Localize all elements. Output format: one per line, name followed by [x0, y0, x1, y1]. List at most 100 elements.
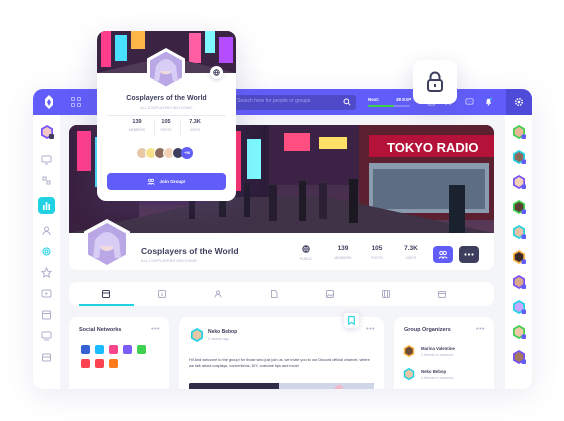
visits-count: 7.3K [404, 245, 418, 252]
friend-avatar[interactable] [511, 349, 527, 365]
stage: Search here for people or groups Next: 3… [0, 0, 564, 421]
tab-posts[interactable] [247, 282, 302, 306]
settings-button[interactable] [506, 89, 532, 115]
exp-progress-fill [368, 105, 395, 107]
next-level-exp: 38 EXP [396, 97, 412, 102]
friend-avatar[interactable] [511, 274, 527, 290]
friend-avatar[interactable] [511, 249, 527, 265]
popup-group-name[interactable]: Cosplayers of the World [97, 95, 236, 102]
notifications-icon[interactable] [484, 97, 493, 106]
tab-videos[interactable] [359, 282, 414, 306]
marketplace-icon[interactable] [41, 351, 52, 362]
bookmark-button[interactable] [344, 313, 359, 328]
card-options-icon[interactable]: ••• [476, 326, 485, 333]
tab-info[interactable] [135, 282, 190, 306]
organizer-avatar[interactable] [402, 344, 416, 358]
organizer-name[interactable]: Marina Valentine [421, 346, 455, 351]
more-options-button[interactable] [459, 246, 479, 263]
group-preview-popup: Cosplayers of the World ALL COSPLAYERS W… [97, 31, 236, 201]
search-icon[interactable] [343, 98, 351, 106]
globe-icon [213, 69, 220, 76]
friend-avatar[interactable] [511, 324, 527, 340]
join-group-button[interactable] [433, 246, 453, 263]
gear-icon [515, 98, 523, 106]
instagram-icon[interactable] [109, 345, 118, 354]
popup-join-label: Join Group! [159, 179, 186, 184]
friend-avatar[interactable] [511, 224, 527, 240]
popup-privacy-badge [210, 66, 223, 79]
tab-events[interactable] [415, 282, 470, 306]
privacy-stat: PUBLIC [291, 245, 321, 261]
messages-icon[interactable] [465, 97, 474, 106]
google-icon[interactable] [137, 345, 146, 354]
bookmark-icon [348, 316, 355, 325]
social-networks-card: Social Networks ••• [69, 317, 169, 389]
youtube-icon[interactable] [81, 359, 90, 368]
post-author-avatar[interactable] [189, 327, 205, 343]
more-dots-icon [464, 253, 474, 256]
visits-stat: 7.3K VISITS [396, 245, 426, 260]
group-name: Cosplayers of the World [141, 246, 239, 256]
group-tabs [69, 282, 494, 306]
discord-icon[interactable] [109, 359, 118, 368]
popup-group-tagline: ALL COSPLAYERS WELCOME! [140, 106, 193, 110]
post-card: Neko Bebop 2 weeks ago ••• Hi! And welco… [179, 313, 384, 389]
posts-stat: 105 POSTS [362, 245, 392, 260]
post-image[interactable] [189, 383, 374, 389]
join-group-icon [148, 178, 155, 186]
card-options-icon[interactable]: ••• [151, 326, 160, 333]
friend-avatar[interactable] [511, 174, 527, 190]
more-members-badge[interactable]: +98 [181, 147, 193, 159]
friend-avatar[interactable] [511, 124, 527, 140]
popup-join-group-button[interactable]: Join Group! [107, 173, 226, 190]
search-input[interactable]: Search here for people or groups [231, 95, 356, 110]
popup-group-avatar [147, 48, 185, 90]
social-networks-title: Social Networks [79, 327, 122, 333]
quests-icon[interactable] [41, 267, 52, 278]
popup-visits-count: 7.3K [189, 119, 201, 125]
tab-timeline[interactable] [79, 282, 134, 306]
logo-icon[interactable] [41, 94, 57, 110]
twitch-icon[interactable] [123, 345, 132, 354]
privacy-label: PUBLIC [299, 257, 313, 261]
popup-visits-stat: 7.3K VISITS [178, 119, 212, 132]
group-organizers-title: Group Organizers [404, 327, 451, 333]
grid-menu-icon[interactable] [71, 97, 81, 107]
streams-icon[interactable] [41, 288, 52, 299]
groups-icon[interactable] [41, 225, 52, 236]
group-tagline: ALL COSPLAYERS WELCOME! [141, 259, 198, 263]
members-label: MEMBERS [334, 256, 352, 260]
lock-badge [413, 60, 457, 104]
timeline-icon [102, 290, 110, 298]
tab-members[interactable] [191, 282, 246, 306]
organizer-name[interactable]: Neko Bebop [421, 369, 446, 374]
post-author-name[interactable]: Neko Bebop [208, 329, 237, 335]
members-icon [214, 290, 222, 298]
organizer-avatar[interactable] [402, 367, 416, 381]
tab-photos[interactable] [303, 282, 358, 306]
facebook-icon[interactable] [81, 345, 90, 354]
popup-divider [107, 115, 226, 116]
post-timestamp: 2 weeks ago [208, 337, 230, 341]
friend-avatar[interactable] [511, 149, 527, 165]
post-options-icon[interactable]: ••• [366, 326, 375, 333]
patreon-icon[interactable] [95, 359, 104, 368]
posts-count: 105 [371, 245, 383, 252]
stats-icon[interactable] [41, 200, 52, 211]
overview-icon[interactable] [41, 175, 52, 186]
friend-avatar[interactable] [511, 199, 527, 215]
events-icon[interactable] [41, 309, 52, 320]
user-avatar[interactable] [39, 124, 55, 140]
newsfeed-icon[interactable] [41, 154, 52, 165]
forums-icon[interactable] [41, 330, 52, 341]
exp-progress-bar [368, 105, 410, 107]
search-placeholder: Search here for people or groups [237, 98, 311, 104]
members-stat: 139 MEMBERS [328, 245, 358, 260]
badges-icon[interactable] [41, 246, 52, 257]
lock-icon [427, 71, 443, 92]
friend-avatar[interactable] [511, 299, 527, 315]
twitter-icon[interactable] [95, 345, 104, 354]
group-organizers-card: Group Organizers ••• Marina Valentine 3 … [394, 317, 494, 389]
photos-icon [326, 290, 334, 298]
svg-text:TOKYO RADIO: TOKYO RADIO [387, 140, 479, 155]
